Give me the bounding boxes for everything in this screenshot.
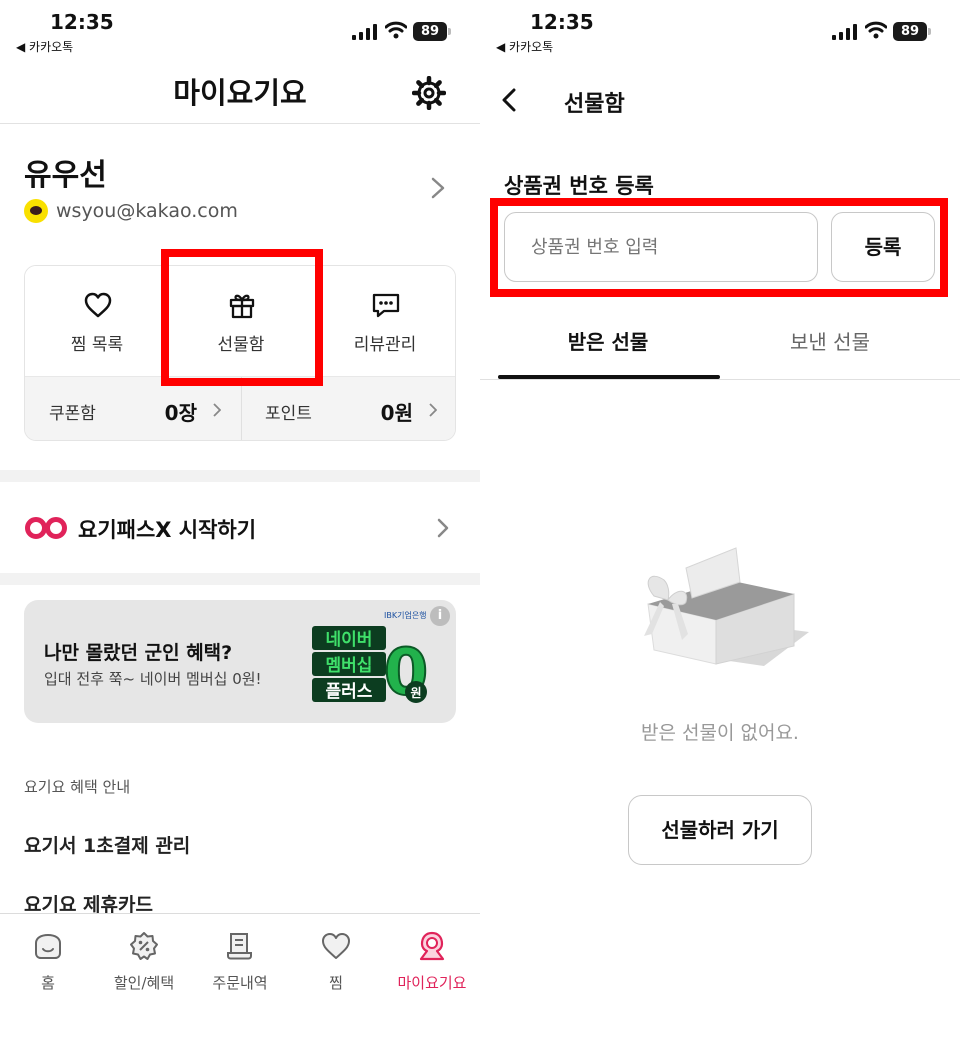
chevron-right-icon [429, 403, 437, 417]
tab-wishlist-label: 찜 [329, 974, 343, 992]
points-button[interactable]: 포인트 0원 [241, 377, 455, 440]
naver-membership-promo-graphic: 네이버 멤버십 플러스 0 원 [312, 626, 429, 708]
back-arrow-icon[interactable] [498, 86, 520, 114]
go-send-gift-button[interactable]: 선물하러 가기 [628, 795, 812, 865]
yogipass-logo-icon [25, 517, 67, 539]
promo-won: 원 [410, 686, 421, 700]
wifi-icon [385, 21, 407, 39]
discount-icon [130, 932, 158, 960]
tab-received-gifts[interactable]: 받은 선물 [488, 326, 728, 355]
tab-orders[interactable]: 주문내역 [192, 914, 288, 1040]
signal-icon [352, 24, 377, 40]
section-gap [0, 470, 480, 482]
tab-divider [480, 379, 960, 380]
header-divider [0, 123, 480, 124]
tab-wishlist[interactable]: 찜 [288, 914, 384, 1040]
tab-orders-label: 주문내역 [212, 974, 268, 992]
wishlist-label: 찜 목록 [70, 335, 124, 355]
kakao-icon [24, 199, 48, 223]
signal-icon [832, 24, 857, 40]
chevron-right-icon [213, 403, 221, 417]
home-icon [35, 933, 61, 959]
tab-my-yogiyo[interactable]: 마이요기요 [384, 914, 480, 1040]
tab-discount-label: 할인/혜택 [113, 974, 175, 992]
heart-icon [322, 933, 350, 959]
status-bar: 12:35 ◀ 카카오톡 89 [0, 0, 480, 58]
page-title: 마이요기요 [173, 76, 307, 110]
coupon-box-button[interactable]: 쿠폰함 0장 [25, 377, 241, 440]
review-manage-button[interactable]: 리뷰관리 [313, 266, 455, 376]
chevron-right-icon[interactable] [430, 176, 446, 200]
voucher-highlight-box [490, 198, 948, 297]
giftbox-screen: 12:35 ◀ 카카오톡 89 선물함 상품권 번호 등록 등록 받은 선물 보… [480, 0, 960, 1040]
gear-icon[interactable] [412, 76, 446, 110]
wishlist-button[interactable]: 찜 목록 [25, 266, 169, 376]
status-bar: 12:35 ◀ 카카오톡 89 [480, 0, 960, 58]
profile-name[interactable]: 유우선 [24, 150, 107, 194]
promo-banner[interactable]: 나만 몰랐던 군인 혜택? 입대 전후 쭉~ 네이버 멤버십 0원! IBK기업… [24, 600, 456, 723]
banner-subtitle: 입대 전후 쭉~ 네이버 멤버십 0원! [44, 670, 262, 688]
profile-email: wsyou@kakao.com [56, 200, 238, 222]
battery-cap [448, 28, 451, 35]
back-to-app-link[interactable]: ◀ 카카오톡 [496, 38, 553, 55]
section-gap [0, 573, 480, 585]
my-profile-icon [419, 931, 445, 961]
my-yogiyo-screen: 12:35 ◀ 카카오톡 89 마이요기요 유우선 wsyou@kakao.co… [0, 0, 480, 1040]
receipt-icon [227, 933, 252, 960]
voucher-register-label: 상품권 번호 등록 [504, 174, 654, 198]
page-title: 선물함 [564, 92, 625, 117]
heart-icon [84, 292, 112, 318]
tab-home[interactable]: 홈 [0, 914, 96, 1040]
battery-icon: 89 [413, 22, 447, 41]
banner-title: 나만 몰랐던 군인 혜택? [44, 642, 233, 664]
coupon-count: 0장 [164, 401, 197, 425]
status-time: 12:35 [530, 10, 594, 34]
tab-sent-gifts[interactable]: 보낸 선물 [710, 326, 950, 355]
points-label: 포인트 [265, 404, 312, 424]
promo-line-1: 네이버 [326, 630, 373, 650]
tab-home-label: 홈 [41, 974, 55, 992]
empty-gift-box-illustration [644, 547, 809, 666]
yogipass-start-link[interactable]: 요기패스X 시작하기 [78, 514, 256, 544]
review-manage-label: 리뷰관리 [353, 335, 417, 355]
promo-line-3: 플러스 [326, 682, 373, 702]
wifi-icon [865, 21, 887, 39]
bottom-tab-bar: 홈 할인/혜택 주문내역 찜 마이요기요 [0, 913, 480, 1040]
review-chat-icon [372, 293, 400, 318]
battery-icon: 89 [893, 22, 927, 41]
points-value: 0원 [380, 401, 413, 425]
info-icon[interactable]: i [430, 606, 450, 626]
one-second-payment-menu[interactable]: 요기서 1초결제 관리 [24, 831, 190, 858]
empty-state-text: 받은 선물이 없어요. [641, 722, 799, 744]
coupon-label: 쿠폰함 [49, 404, 96, 424]
giftbox-highlight-box [161, 249, 323, 386]
benefit-section-label: 요기요 혜택 안내 [24, 778, 131, 796]
tab-my-yogiyo-label: 마이요기요 [397, 974, 467, 992]
battery-cap [928, 28, 931, 35]
tab-discount[interactable]: 할인/혜택 [96, 914, 192, 1040]
promo-line-2: 멤버십 [326, 656, 373, 676]
chevron-right-icon[interactable] [436, 517, 450, 539]
ibk-bank-logo: IBK기업은행 [384, 611, 427, 620]
status-time: 12:35 [50, 10, 114, 34]
back-to-app-link[interactable]: ◀ 카카오톡 [16, 38, 73, 55]
